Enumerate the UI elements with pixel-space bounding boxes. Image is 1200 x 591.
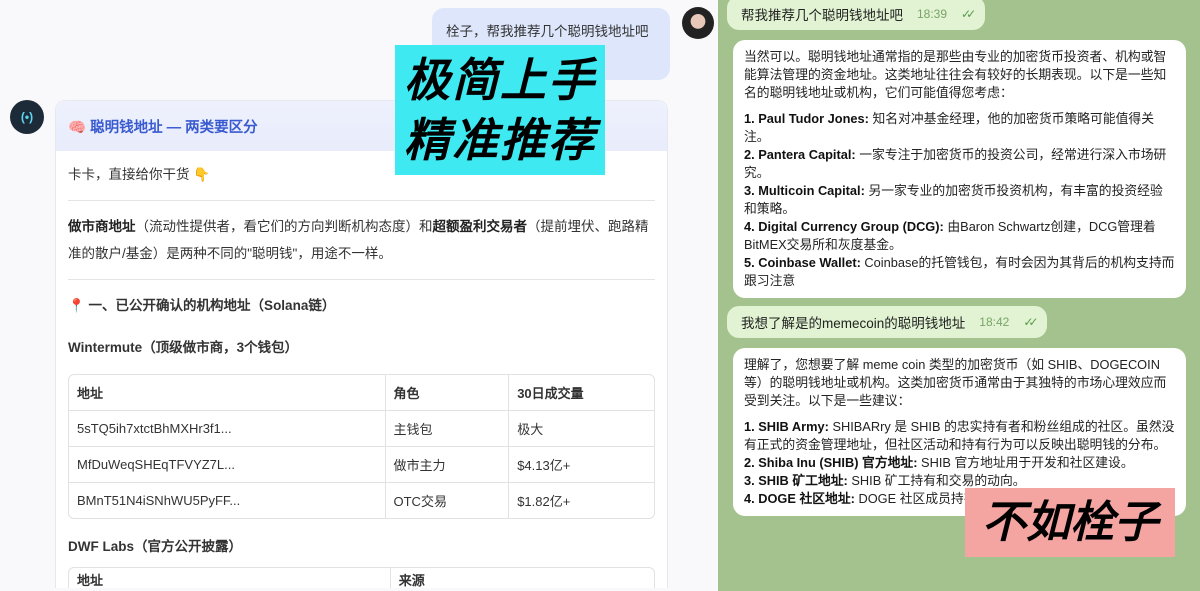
intro-paragraph: 做市商地址（流动性提供者，看它们的方向判断机构态度）和超额盈利交易者（提前埋伏、…: [68, 219, 649, 261]
dwf-table: 地址 来源: [68, 567, 655, 588]
double-check-icon: ✓✓: [961, 7, 976, 21]
table-row: MfDuWeqSHEqTFVYZ7L... 做市主力 $4.13亿+: [69, 447, 654, 483]
list-item: 4. Digital Currency Group (DCG): 由Baron …: [744, 219, 1156, 252]
list-item: 1. Paul Tudor Jones: 知名对冲基金经理，他的加密货币策略可能…: [744, 111, 1155, 144]
table-row: 5sTQ5ih7xtctBhMXHr3f1... 主钱包 极大: [69, 411, 654, 447]
list-item: 5. Coinbase Wallet: Coinbase的托管钱包，有时会因为其…: [744, 255, 1175, 288]
bot-reply-bubble: 当然可以。聪明钱地址通常指的是那些由专业的加密货币投资者、机构或智能算法管理的资…: [733, 40, 1186, 298]
user-message-bubble: 我想了解是的memecoin的聪明钱地址 18:42 ✓✓: [727, 306, 1048, 338]
list-item: 2. Shiba Inu (SHIB) 官方地址: SHIB 官方地址用于开发和…: [744, 455, 1134, 470]
list-item: 1. SHIB Army: SHIBARry 是 SHIB 的忠实持有者和粉丝组…: [744, 419, 1175, 452]
dwf-heading: DWF Labs（官方公开披露）: [68, 539, 242, 554]
table-row: BMnT51N4iSNhWU5PyFF... OTC交易 $1.82亿+: [69, 483, 654, 518]
user-message-text: 栓子，帮我推荐几个聪明钱地址吧: [446, 24, 649, 39]
address-cell[interactable]: BMnT51N4iSNhWU5PyFF...: [69, 483, 386, 518]
timestamp: 18:39: [917, 7, 948, 21]
double-check-icon: ✓✓: [1023, 315, 1038, 329]
address-cell[interactable]: 5sTQ5ih7xtctBhMXHr3f1...: [69, 411, 386, 447]
pink-overlay-caption: 不如栓子: [965, 488, 1175, 557]
ai-chat-panel: 栓子，帮我推荐几个聪明钱地址吧 (•) 🧠 聪明钱地址 — 两类要区分 卡卡，直…: [0, 0, 718, 591]
bot-avatar: (•): [10, 100, 44, 134]
section-heading: 📍 一、已公开确认的机构地址（Solana链）: [68, 298, 336, 313]
bot-avatar-logo: (•): [20, 110, 34, 124]
list-item: 3. Multicoin Capital: 另一家专业的加密货币投资机构，有丰富…: [744, 183, 1163, 216]
wintermute-table: 地址 角色 30日成交量 5sTQ5ih7xtctBhMXHr3f1... 主钱包 极大…: [68, 374, 655, 519]
timestamp: 18:42: [979, 315, 1010, 329]
cyan-overlay-caption: 极简上手 精准推荐: [395, 45, 605, 175]
user-message-bubble: 帮我推荐几个聪明钱地址吧 18:39 ✓✓: [727, 0, 986, 30]
divider: [68, 279, 655, 280]
address-cell[interactable]: MfDuWeqSHEqTFVYZ7L...: [69, 447, 386, 483]
divider: [68, 200, 655, 201]
list-item: 2. Pantera Capital: 一家专注于加密货币的投资公司，经常进行深…: [744, 147, 1167, 180]
wintermute-heading: Wintermute（顶级做市商，3个钱包）: [68, 340, 299, 355]
user-avatar[interactable]: [682, 7, 714, 39]
